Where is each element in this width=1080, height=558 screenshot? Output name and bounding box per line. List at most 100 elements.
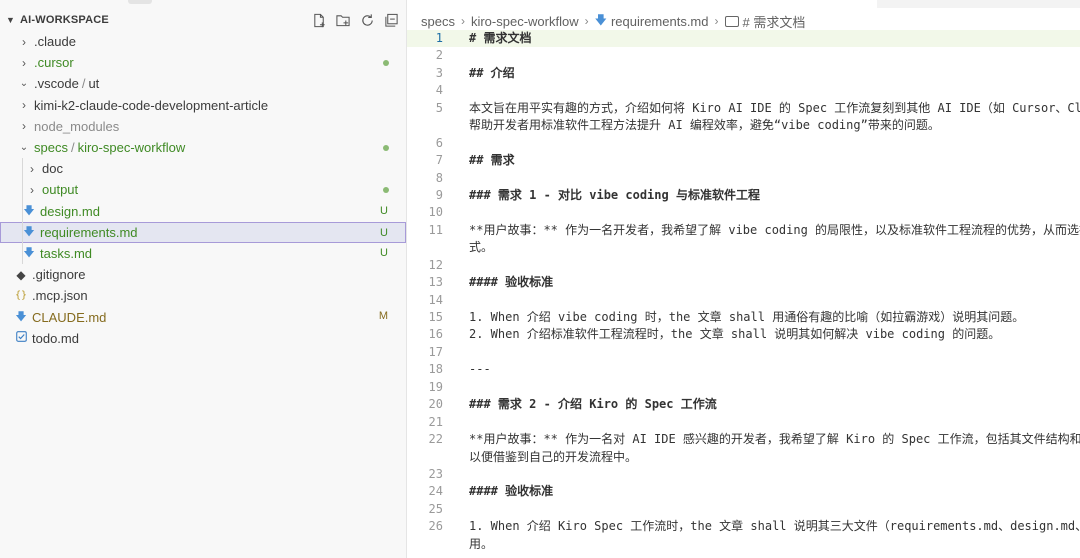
chevron-down-icon: ⌄: [19, 78, 29, 90]
chevron-right-icon: ›: [30, 182, 34, 197]
tree-item-output[interactable]: › output: [0, 179, 406, 200]
code-line[interactable]: 4: [407, 82, 1080, 99]
code-line[interactable]: 24 #### 验收标准: [407, 483, 1080, 500]
line-text: ## 需求: [469, 153, 515, 168]
collapse-all-icon[interactable]: [382, 11, 400, 29]
line-number: 20: [428, 397, 443, 412]
line-number: 3: [435, 65, 443, 80]
code-line[interactable]: 23: [407, 466, 1080, 483]
line-number: 1: [435, 31, 443, 45]
code-line[interactable]: 15 1. When 介绍 vibe coding 时，the 文章 shall …: [407, 309, 1080, 326]
line-text: 式。: [469, 240, 494, 255]
breadcrumb-item-symbol[interactable]: # 需求文档: [743, 12, 806, 31]
code-line[interactable]: 6: [407, 135, 1080, 152]
line-number: 6: [435, 135, 443, 150]
chevron-right-icon: ›: [22, 34, 26, 49]
tree-item-requirements-md[interactable]: 🡇 requirements.md U: [0, 221, 406, 243]
code-line[interactable]: 3 ## 介绍: [407, 65, 1080, 82]
line-number: 25: [428, 501, 443, 516]
line-number: 2: [435, 48, 443, 63]
modified-dot-icon: [383, 187, 389, 194]
code-line[interactable]: 11 **用户故事：** 作为一名开发者，我希望了解 vibe coding 的局…: [407, 222, 1080, 239]
line-number: 19: [428, 379, 443, 394]
line-number: 4: [435, 83, 443, 98]
code-line[interactable]: 14: [407, 292, 1080, 309]
code-line[interactable]: 17: [407, 344, 1080, 361]
line-number: 7: [435, 153, 443, 168]
line-text: 1. When 介绍 Kiro Spec 工作流时，the 文章 shall 说…: [469, 519, 1080, 534]
refresh-icon[interactable]: [358, 11, 376, 29]
line-text: 帮助开发者用标准软件工程方法提升 AI 编程效率，避免“vibe coding”…: [469, 118, 940, 133]
line-number: 23: [428, 466, 443, 481]
tree-item-label: .cursor: [34, 55, 74, 71]
line-number: 8: [435, 170, 443, 185]
code-line[interactable]: 12: [407, 257, 1080, 274]
explorer-header[interactable]: ▼ AI-WORKSPACE: [0, 9, 406, 31]
breadcrumb-item-specs[interactable]: specs: [421, 14, 455, 29]
code-line[interactable]: 16 2. When 介绍标准软件工程流程时，the 文章 shall 说明其如何…: [407, 326, 1080, 343]
code-line[interactable]: 8: [407, 170, 1080, 187]
code-line[interactable]: 21: [407, 414, 1080, 431]
tree-item-label: kimi-k2-claude-code-development-article: [34, 97, 269, 113]
breadcrumb-item-file[interactable]: requirements.md: [611, 14, 709, 29]
line-text: 以便借鉴到自己的开发流程中。: [469, 449, 638, 464]
line-number: 14: [428, 292, 443, 307]
chevron-down-icon[interactable]: ▼: [6, 15, 16, 25]
tree-item-design-md[interactable]: 🡇 design.md U: [0, 201, 406, 222]
code-line[interactable]: 帮助开发者用标准软件工程方法提升 AI 编程效率，避免“vibe coding”…: [407, 117, 1080, 134]
code-line[interactable]: 13 #### 验收标准: [407, 274, 1080, 291]
tree-item-todo-md[interactable]: todo.md: [0, 328, 406, 349]
git-status-badge: M: [378, 310, 388, 323]
tree-item-gitignore[interactable]: ◆ .gitignore: [0, 264, 406, 285]
code-line[interactable]: 用。: [407, 536, 1080, 553]
editor-pane[interactable]: specs › kiro-spec-workflow › 🡇 requireme…: [407, 0, 1080, 558]
line-number: 5: [435, 100, 443, 115]
line-text: **用户故事：** 作为一名开发者，我希望了解 vibe coding 的局限性…: [469, 222, 1080, 237]
line-number: 11: [428, 222, 443, 237]
code-line[interactable]: 7 ## 需求: [407, 152, 1080, 169]
chevron-right-icon: ›: [22, 119, 26, 134]
code-line[interactable]: 26 1. When 介绍 Kiro Spec 工作流时，the 文章 shall…: [407, 518, 1080, 535]
breadcrumb: specs › kiro-spec-workflow › 🡇 requireme…: [421, 11, 805, 31]
new-file-icon[interactable]: [310, 11, 328, 29]
code-area[interactable]: 1 # 需求文档 2 3 ## 介绍 4 5 本文旨在用平实有趣的方式，介绍如何将 Kiro …: [407, 30, 1080, 553]
code-line[interactable]: 9 ### 需求 1 - 对比 vibe coding 与标准软件工程: [407, 187, 1080, 204]
breadcrumb-item-folder[interactable]: kiro-spec-workflow: [471, 14, 579, 29]
line-text: ### 需求 2 - 介绍 Kiro 的 Spec 工作流: [469, 397, 717, 412]
code-line[interactable]: 5 本文旨在用平实有趣的方式，介绍如何将 Kiro AI IDE 的 Spec 工…: [407, 100, 1080, 117]
git-status-badge: U: [380, 246, 388, 259]
tree-item-doc[interactable]: › doc: [0, 158, 406, 179]
code-line[interactable]: 10: [407, 204, 1080, 221]
tree-item-label: ut: [88, 76, 100, 92]
line-text: #### 验收标准: [469, 484, 554, 499]
code-line[interactable]: 2: [407, 47, 1080, 64]
chevron-right-icon: ›: [30, 161, 34, 176]
tree-item-claude-md[interactable]: 🡇 CLAUDE.md M: [0, 306, 406, 327]
tree-item-tasks-md[interactable]: 🡇 tasks.md U: [0, 243, 406, 264]
tree-item-cursor[interactable]: › .cursor: [0, 52, 406, 73]
tree-item-claude[interactable]: › .claude: [0, 31, 406, 52]
code-line[interactable]: 式。: [407, 239, 1080, 256]
code-line[interactable]: 1 # 需求文档: [407, 30, 1080, 48]
tree-item-specs-kiro[interactable]: ⌄ specs / kiro-spec-workflow: [0, 137, 406, 158]
line-text: ## 介绍: [469, 65, 515, 80]
tree-item-mcp-json[interactable]: {} .mcp.json: [0, 285, 406, 306]
code-line[interactable]: 19: [407, 379, 1080, 396]
modified-dot-icon: [383, 144, 389, 151]
tree-item-label: node_modules: [34, 118, 120, 134]
tree-item-vscode-ut[interactable]: ⌄ .vscode / ut: [0, 73, 406, 94]
code-line[interactable]: 25: [407, 501, 1080, 518]
tree-item-kimi-article[interactable]: › kimi-k2-claude-code-development-articl…: [0, 95, 406, 116]
code-line[interactable]: 18 ---: [407, 361, 1080, 378]
tree-item-label: tasks.md: [40, 245, 93, 261]
code-line[interactable]: 以便借鉴到自己的开发流程中。: [407, 449, 1080, 466]
tree-item-label: .vscode: [34, 76, 79, 92]
code-line[interactable]: 20 ### 需求 2 - 介绍 Kiro 的 Spec 工作流: [407, 396, 1080, 413]
path-separator: /: [81, 76, 86, 92]
indent-guide: [22, 158, 23, 264]
breadcrumb-separator: ›: [584, 14, 589, 28]
new-folder-icon[interactable]: [334, 11, 352, 29]
modified-dot-icon: [383, 60, 389, 67]
code-line[interactable]: 22 **用户故事：** 作为一名对 AI IDE 感兴趣的开发者，我希望了解 K…: [407, 431, 1080, 448]
tree-item-node-modules[interactable]: › node_modules: [0, 116, 406, 137]
